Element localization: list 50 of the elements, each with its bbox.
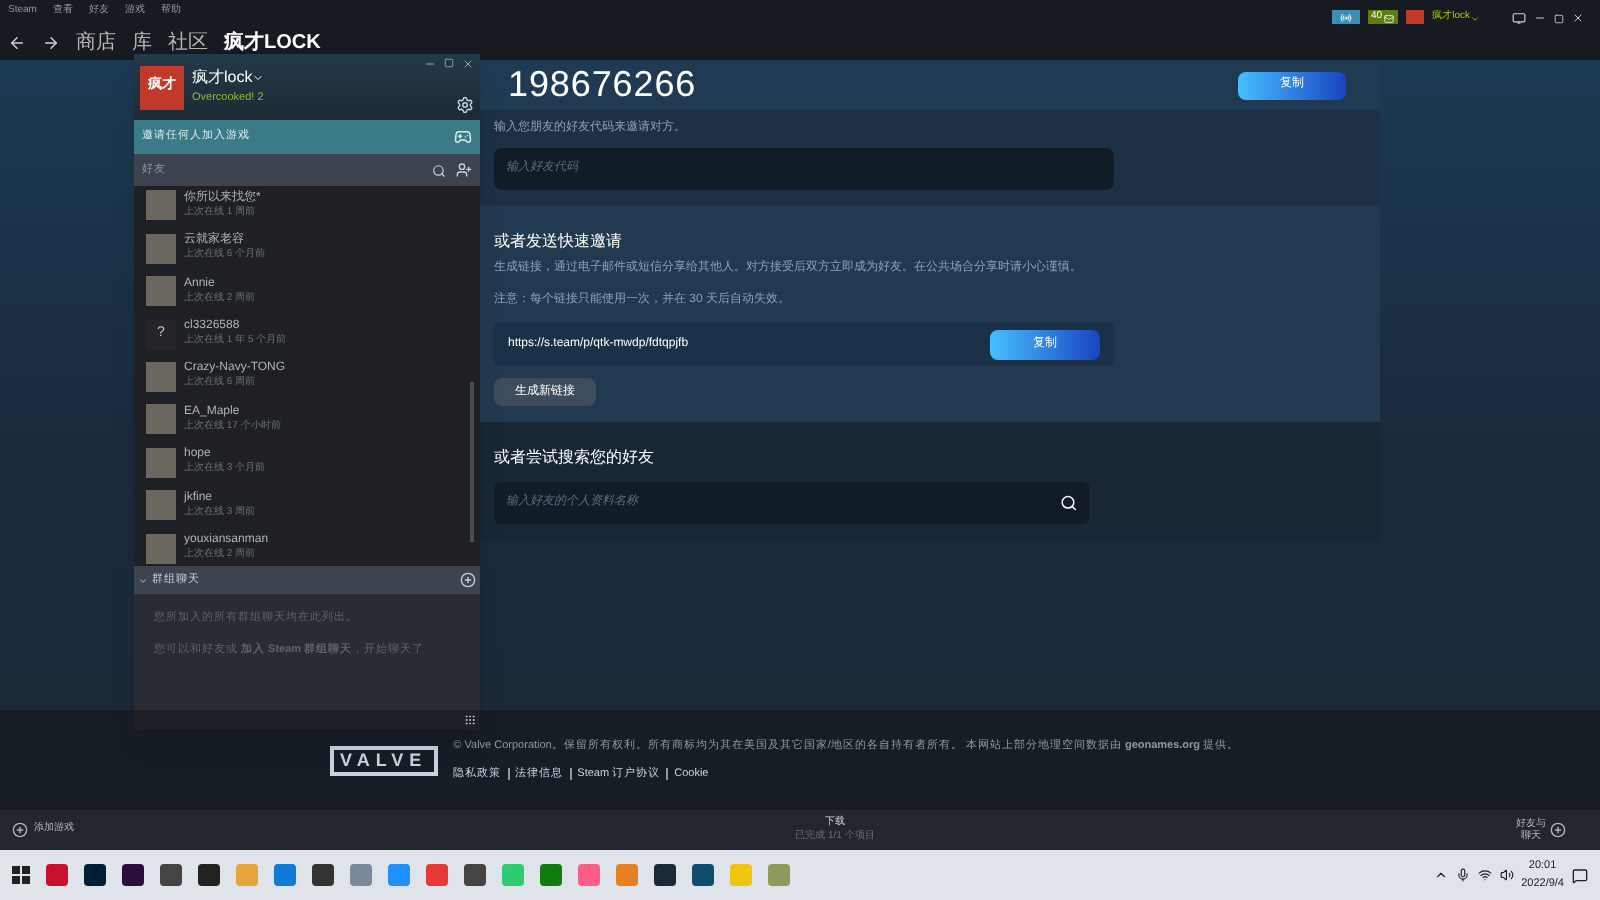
maximize-icon[interactable] xyxy=(444,58,454,68)
big-picture-icon[interactable] xyxy=(1512,11,1526,25)
avatar-placeholder xyxy=(146,190,176,221)
avatar-placeholder xyxy=(146,404,176,435)
nav-tab[interactable]: 商店 xyxy=(76,27,116,57)
app-icon[interactable] xyxy=(312,864,334,886)
app-icon[interactable] xyxy=(198,864,220,886)
section-title: 或者尝试搜索您的好友 xyxy=(494,446,656,470)
nav-tab[interactable]: 疯才LOCK xyxy=(224,27,321,57)
settings-icon[interactable] xyxy=(456,96,474,114)
back-icon[interactable] xyxy=(8,33,26,51)
close-icon[interactable] xyxy=(462,58,474,70)
minimize-icon[interactable] xyxy=(1534,12,1546,24)
avatar-placeholder xyxy=(146,276,176,307)
app-icon[interactable] xyxy=(464,864,486,886)
avatar-placeholder xyxy=(146,361,176,392)
maximize-icon[interactable] xyxy=(1554,13,1564,23)
app-icon[interactable] xyxy=(122,864,144,886)
notification-icon[interactable] xyxy=(1572,867,1588,883)
tray-chevron-icon[interactable] xyxy=(1433,868,1448,882)
network-icon[interactable] xyxy=(1477,868,1492,882)
plus-icon xyxy=(1549,822,1566,838)
mail-icon xyxy=(1384,13,1395,23)
caret-icon xyxy=(1470,13,1480,23)
app-icon[interactable] xyxy=(84,864,106,886)
avatar-placeholder xyxy=(146,490,176,521)
add-friend-icon[interactable] xyxy=(456,162,472,178)
nav-tab[interactable]: 社区 xyxy=(168,27,208,57)
minimize-icon[interactable] xyxy=(424,58,436,70)
app-icon[interactable] xyxy=(654,864,676,886)
forward-icon[interactable] xyxy=(42,33,60,51)
plus-icon xyxy=(460,572,476,588)
app-icon[interactable] xyxy=(692,864,714,886)
friend-code: 198676266 xyxy=(508,62,697,108)
avatar-placeholder xyxy=(146,233,176,264)
section-title: 或者发送快速邀请 xyxy=(494,230,624,254)
avatar-placeholder xyxy=(146,447,176,478)
close-icon[interactable] xyxy=(1572,12,1584,24)
caret-down-icon xyxy=(138,575,148,585)
plus-icon xyxy=(12,822,28,838)
avatar-placeholder xyxy=(146,533,176,564)
app-icon[interactable] xyxy=(160,864,182,886)
valve-logo: VALVE xyxy=(330,745,438,775)
user-name[interactable]: 疯才lock xyxy=(192,66,265,91)
microphone-icon[interactable] xyxy=(1455,868,1470,882)
scrollbar[interactable] xyxy=(470,382,474,542)
windows-start-icon[interactable] xyxy=(12,866,30,884)
nav-tab[interactable]: 库 xyxy=(132,27,152,57)
speaker-icon[interactable] xyxy=(1499,868,1514,882)
caret-icon xyxy=(252,72,265,85)
